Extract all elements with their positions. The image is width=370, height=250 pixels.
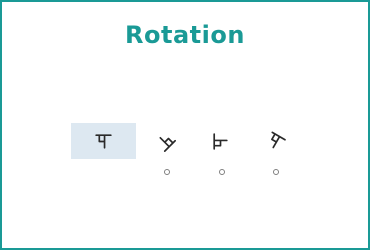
glyph-icon <box>271 131 286 149</box>
glyph-icon <box>213 133 228 150</box>
rotation-option-1[interactable] <box>71 123 136 159</box>
rotation-radio-3[interactable] <box>219 169 225 175</box>
page-title: Rotation <box>125 21 245 49</box>
rotation-option-4[interactable] <box>243 123 308 159</box>
glyph-icon <box>95 134 112 149</box>
rotation-radio-2[interactable] <box>164 169 170 175</box>
glyph-icon <box>159 136 176 152</box>
rotation-panel: Rotation <box>0 0 370 250</box>
rotation-radio-4[interactable] <box>273 169 279 175</box>
